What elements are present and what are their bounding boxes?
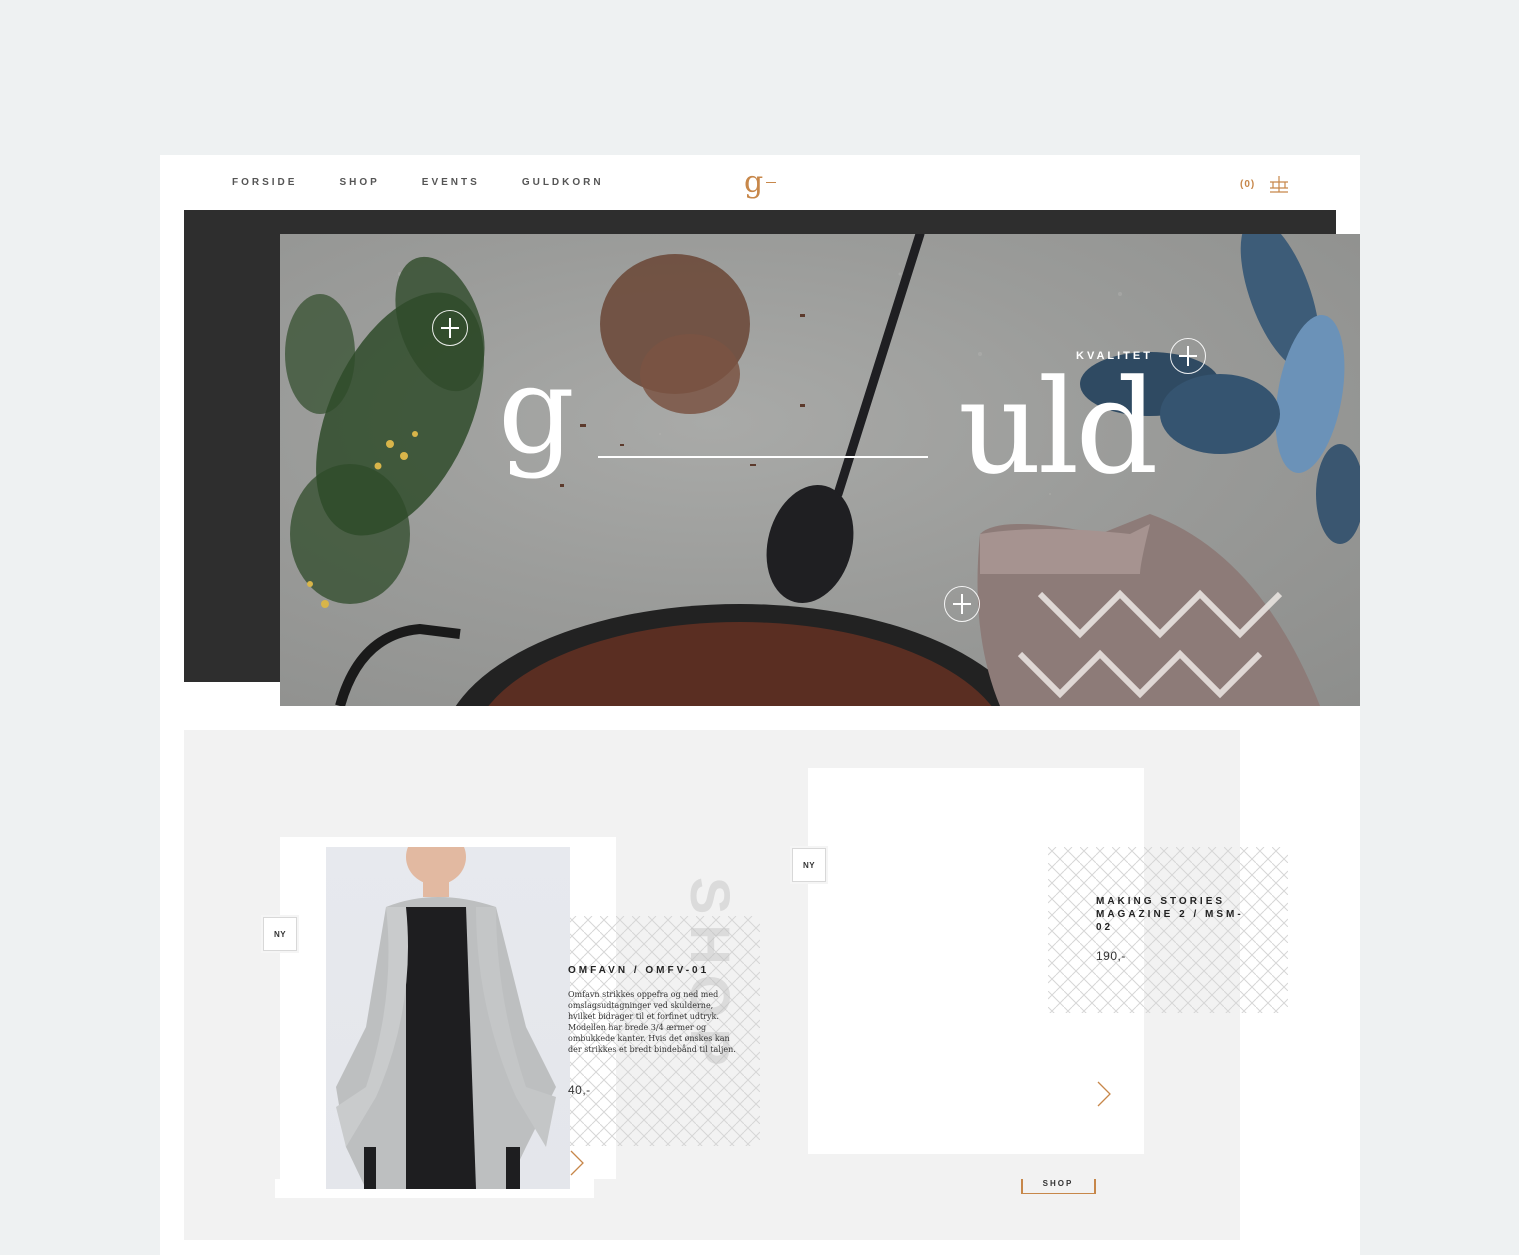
shop-link-button[interactable]: SHOP (1021, 1177, 1096, 1194)
nav-item-events[interactable]: EVENTS (422, 177, 480, 188)
shop-link-underline (1021, 1193, 1095, 1194)
hero-image: KVALITET g uld (280, 234, 1360, 706)
page: FORSIDE SHOP EVENTS GULDKORN g (0) KVALI… (160, 155, 1360, 1255)
hero-illustration (285, 234, 1360, 706)
shop-link-label: SHOP (1042, 1179, 1074, 1188)
product-description: Omfavn strikkes oppefra og ned med omsla… (568, 990, 736, 1054)
hero-line (598, 456, 928, 458)
nav-item-forside[interactable]: FORSIDE (232, 177, 297, 188)
hero-word-g: g (498, 342, 575, 481)
logo-dash (766, 182, 776, 183)
hotspot-plus-icon[interactable] (944, 586, 980, 622)
new-badge: NY (263, 917, 297, 951)
hotspot-plus-icon[interactable] (1170, 338, 1206, 374)
product-title[interactable]: MAKING STORIES MAGAZINE 2 / MSM-02 (1096, 895, 1246, 934)
hero-word-uld: uld (958, 351, 1159, 503)
cart-icon (1270, 176, 1289, 193)
cart-count: (0) (1240, 178, 1256, 190)
chevron-right-icon[interactable] (1097, 1081, 1111, 1107)
chevron-right-icon[interactable] (570, 1150, 584, 1176)
hotspot-plus-icon[interactable] (432, 310, 468, 346)
shop-link-bracket-right (1094, 1179, 1096, 1194)
product-title[interactable]: OMFAVN / OMFV-01 (568, 965, 709, 976)
nav-item-shop[interactable]: SHOP (339, 177, 379, 188)
product-image-cardigan[interactable] (326, 847, 570, 1189)
nav-item-guldkorn[interactable]: GULDKORN (522, 177, 604, 188)
product-price: 40,- (568, 1083, 591, 1097)
new-badge: NY (792, 848, 826, 882)
main-nav: FORSIDE SHOP EVENTS GULDKORN (232, 177, 646, 188)
cart[interactable]: (0) (1240, 175, 1289, 193)
model-illustration (336, 847, 556, 1189)
product-price: 190,- (1096, 949, 1126, 963)
logo[interactable]: g (744, 165, 763, 200)
